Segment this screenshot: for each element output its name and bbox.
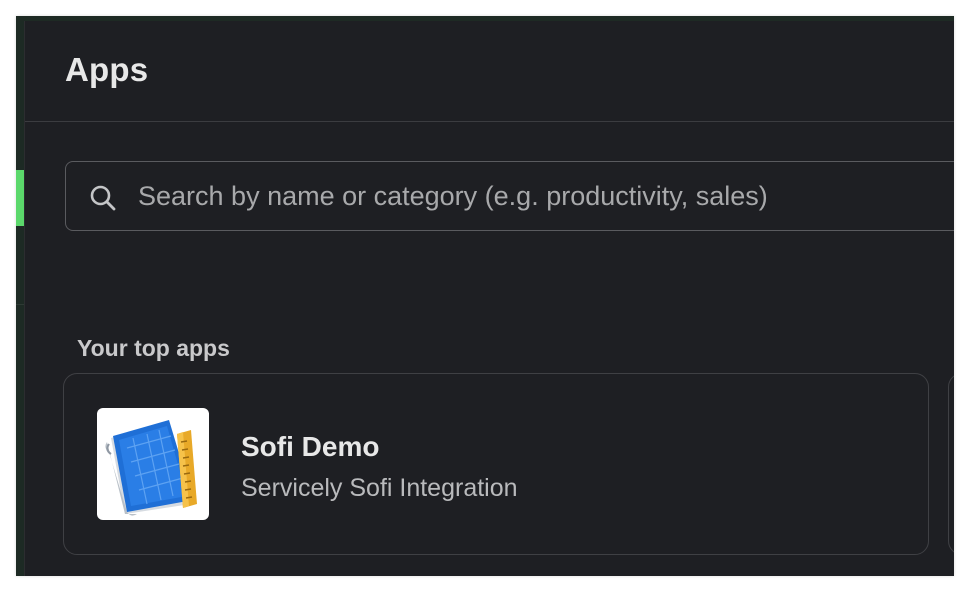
page-title: Apps (65, 51, 149, 88)
workspace-sidebar-edge (16, 16, 24, 576)
search-input[interactable] (138, 174, 954, 218)
app-description: Servicely Sofi Integration (241, 474, 518, 502)
blueprint-ruler-icon (97, 408, 209, 520)
search-icon (90, 185, 116, 211)
app-card[interactable]: Sofi Demo Servicely Sofi Integration (63, 373, 929, 555)
app-name: Sofi Demo (241, 431, 380, 462)
apps-panel: Apps Your top apps (24, 21, 954, 576)
active-item-indicator (16, 170, 24, 226)
section-title-top-apps: Your top apps (77, 335, 230, 361)
panel-header: Apps (25, 21, 954, 122)
app-window: Apps Your top apps (16, 16, 954, 576)
app-card-partial[interactable] (948, 373, 954, 555)
sidebar-divider (16, 304, 24, 305)
search-box[interactable] (65, 161, 954, 231)
